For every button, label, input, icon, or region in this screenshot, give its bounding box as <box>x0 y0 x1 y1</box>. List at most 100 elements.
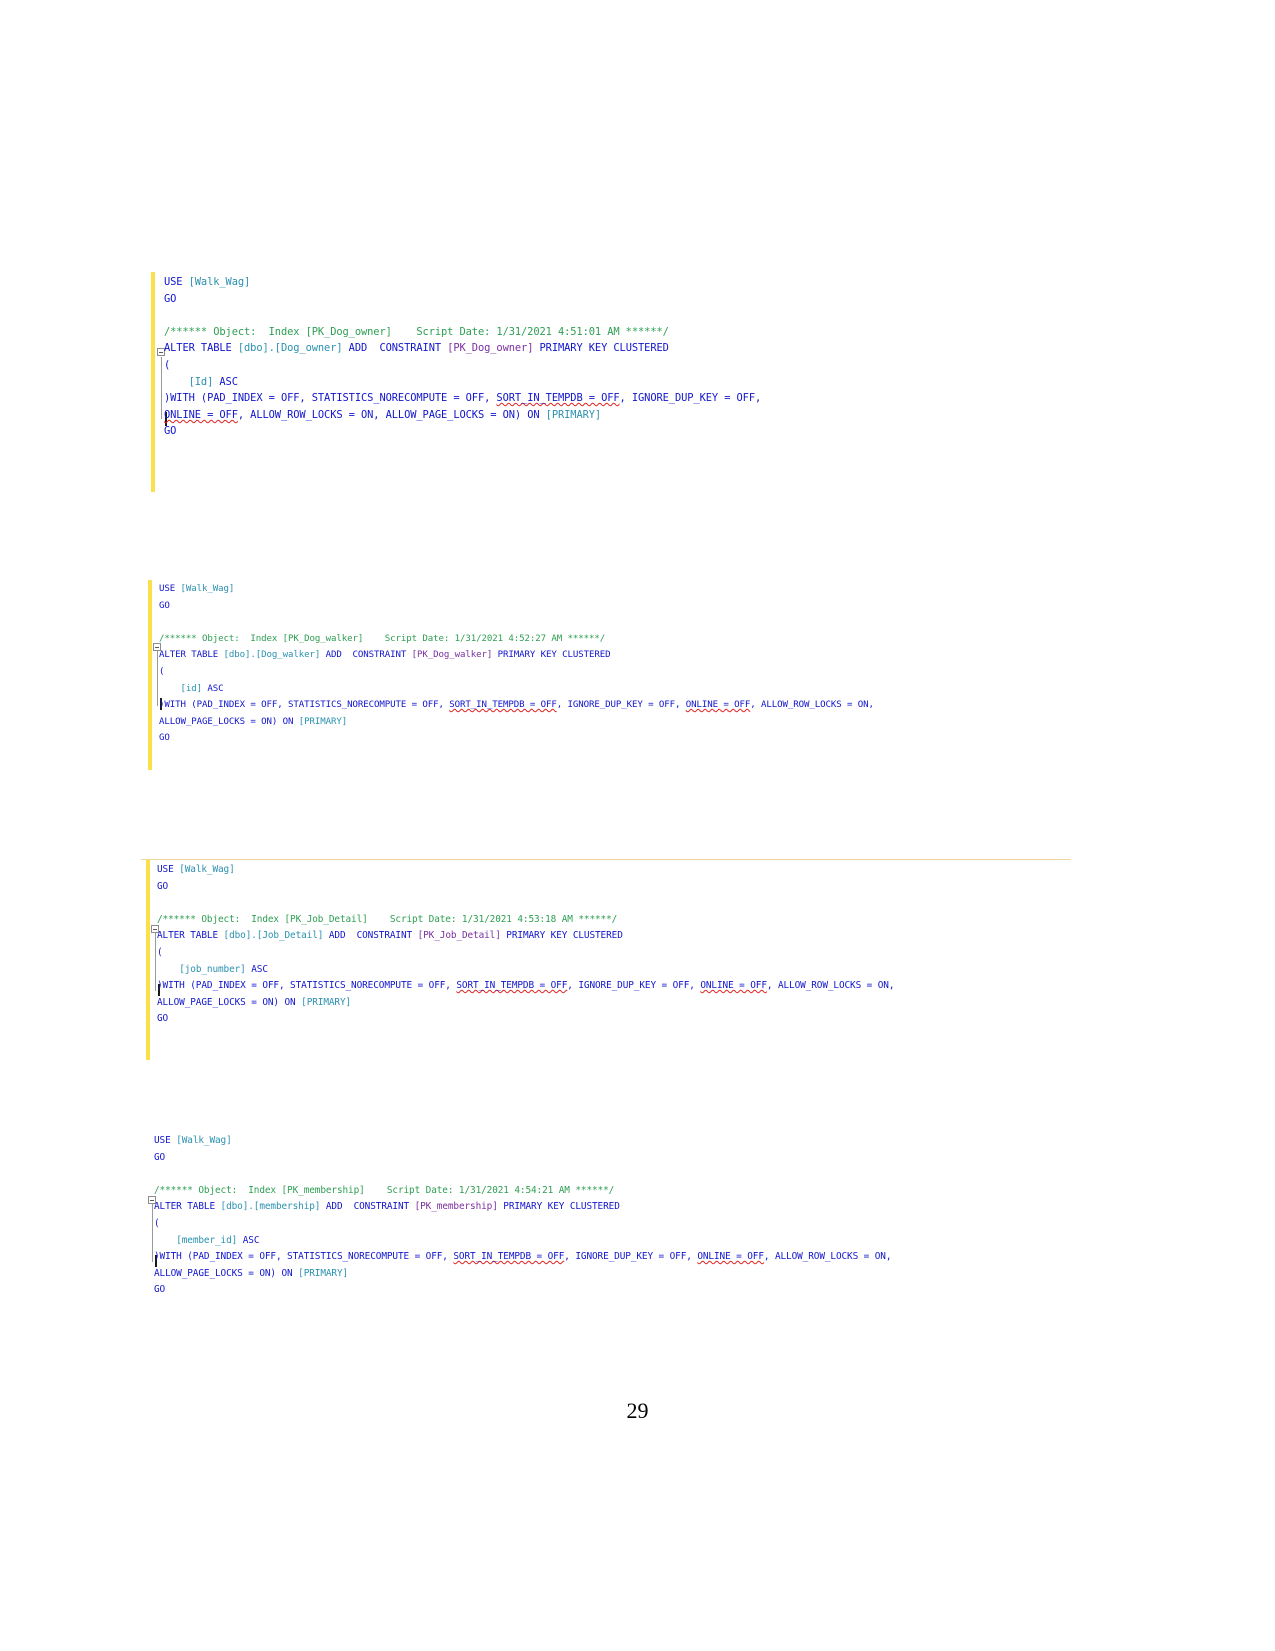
code-token: /****** Object: Index [PK_membership] Sc… <box>154 1184 615 1196</box>
code-token: USE <box>154 1135 177 1146</box>
code-token: USE <box>164 276 189 288</box>
code-line[interactable]: /****** Object: Index [PK_Dog_walker] Sc… <box>159 632 874 649</box>
code-token: ALLOW_PAGE_LOCKS = ON) ON <box>159 716 299 727</box>
code-line[interactable] <box>154 1166 891 1183</box>
code-line[interactable]: GO <box>154 1282 891 1299</box>
code-line[interactable]: /****** Object: Index [PK_Job_Detail] Sc… <box>157 912 894 929</box>
code-line[interactable]: ONLINE = OFF, ALLOW_ROW_LOCKS = ON, ALLO… <box>164 407 761 424</box>
code-line[interactable]: GO <box>157 1011 894 1028</box>
code-line[interactable]: ALLOW_PAGE_LOCKS = ON) ON [PRIMARY] <box>154 1266 891 1283</box>
code-line[interactable]: /****** Object: Index [PK_membership] Sc… <box>154 1183 891 1200</box>
code-token: , IGNORE_DUP_KEY = OFF, <box>564 1251 698 1263</box>
code-line[interactable]: ALTER TABLE [dbo].[Dog_owner] ADD CONSTR… <box>164 340 761 357</box>
code-token: [dbo].[membership] <box>220 1201 321 1213</box>
code-line[interactable] <box>164 307 761 324</box>
code-token: , IGNORE_DUP_KEY = OFF, <box>567 980 701 992</box>
code-line[interactable]: ALTER TABLE [dbo].[Dog_walker] ADD CONST… <box>159 648 874 665</box>
code-line[interactable]: GO <box>157 879 894 896</box>
code-token: [PK_membership] <box>414 1201 498 1213</box>
code-token: , ALLOW_ROW_LOCKS = ON, ALLOW_PAGE_LOCKS… <box>237 408 546 421</box>
code-line[interactable]: GO <box>159 599 874 616</box>
code-lines[interactable]: USE [Walk_Wag] GO /****** Object: Index [… <box>159 582 874 748</box>
code-token: ASC <box>237 1234 260 1246</box>
code-token: ASC <box>202 683 224 694</box>
code-line[interactable]: USE [Walk_Wag] <box>157 862 894 879</box>
code-token: ( <box>159 666 165 677</box>
code-line[interactable]: USE [Walk_Wag] <box>164 274 761 291</box>
code-line[interactable]: )WITH (PAD_INDEX = OFF, STATISTICS_NOREC… <box>159 698 874 715</box>
page-number: 29 <box>626 1398 649 1423</box>
code-token: [PK_Dog_walker] <box>411 650 493 661</box>
code-token: [PRIMARY] <box>298 1267 349 1279</box>
code-line[interactable]: )WITH (PAD_INDEX = OFF, STATISTICS_NOREC… <box>154 1249 892 1266</box>
code-token: ( <box>154 1217 160 1229</box>
code-line[interactable] <box>159 615 874 632</box>
code-line[interactable]: GO <box>164 423 761 440</box>
code-token: [dbo].[Job_Detail] <box>223 930 324 942</box>
code-line[interactable]: )WITH (PAD_INDEX = OFF, STATISTICS_NOREC… <box>157 978 895 995</box>
code-token: USE <box>159 584 181 594</box>
code-token: GO <box>159 600 170 611</box>
code-line[interactable]: ALLOW_PAGE_LOCKS = ON) ON [PRIMARY] <box>159 715 874 732</box>
code-token: [job_number] <box>179 963 246 975</box>
code-token: SORT_IN_TEMPDB = OFF <box>456 980 568 992</box>
code-token: GO <box>154 1151 166 1163</box>
code-token: [Walk_Wag] <box>179 864 235 875</box>
code-token: USE <box>157 864 180 875</box>
code-screenshot-dog-owner: USE [Walk_Wag] GO /****** Object: Index [… <box>146 272 916 492</box>
code-token: /****** Object: Index [PK_Dog_walker] Sc… <box>159 633 606 644</box>
code-token: ONLINE = OFF <box>697 1251 764 1263</box>
code-lines[interactable]: USE [Walk_Wag] GO /****** Object: Index [… <box>157 862 895 1028</box>
code-token: ALTER TABLE <box>154 1201 221 1213</box>
code-token: ( <box>164 358 171 371</box>
code-token: PRIMARY KEY CLUSTERED <box>492 650 611 661</box>
code-line[interactable]: ( <box>154 1216 891 1233</box>
code-line[interactable]: ( <box>164 357 761 374</box>
code-token: , IGNORE_DUP_KEY = OFF, <box>556 700 686 711</box>
code-token: SORT_IN_TEMPDB = OFF <box>449 700 557 711</box>
code-token: GO <box>157 1013 169 1025</box>
code-line[interactable]: [member_id] ASC <box>154 1233 891 1250</box>
code-token: /****** Object: Index [PK_Job_Detail] Sc… <box>157 913 618 925</box>
code-lines[interactable]: USE [Walk_Wag] GO /****** Object: Index [… <box>154 1133 892 1299</box>
code-token: [PRIMARY] <box>545 408 602 421</box>
collapse-region-line <box>160 357 162 419</box>
code-screenshot-job-detail: USE [Walk_Wag] GO /****** Object: Index [… <box>141 859 1071 1060</box>
code-line[interactable]: GO <box>164 291 761 308</box>
code-line[interactable]: USE [Walk_Wag] <box>154 1133 891 1150</box>
code-line[interactable]: USE [Walk_Wag] <box>159 582 874 599</box>
code-line[interactable]: GO <box>159 731 874 748</box>
code-token: ALTER TABLE <box>164 342 238 355</box>
code-line[interactable]: ALLOW_PAGE_LOCKS = ON) ON [PRIMARY] <box>157 995 894 1012</box>
code-line[interactable]: ( <box>157 945 894 962</box>
code-token: [PK_Job_Detail] <box>417 930 501 942</box>
code-token: , ALLOW_ROW_LOCKS = ON, <box>766 980 895 992</box>
code-line[interactable]: ALTER TABLE [dbo].[Job_Detail] ADD CONST… <box>157 928 894 945</box>
code-token: SORT_IN_TEMPDB = OFF <box>496 392 620 405</box>
code-token: )WITH (PAD_INDEX = OFF, STATISTICS_NOREC… <box>157 980 457 992</box>
code-lines[interactable]: USE [Walk_Wag] GO /****** Object: Index [… <box>164 274 761 440</box>
code-line[interactable]: [id] ASC <box>159 682 874 699</box>
code-line[interactable]: )WITH (PAD_INDEX = OFF, STATISTICS_NOREC… <box>164 390 761 407</box>
code-token: ADD CONSTRAINT <box>320 1201 415 1213</box>
code-token: ADD CONSTRAINT <box>323 930 418 942</box>
code-line[interactable]: ALTER TABLE [dbo].[membership] ADD CONST… <box>154 1199 891 1216</box>
code-line[interactable]: ( <box>159 665 874 682</box>
code-token: GO <box>159 733 170 744</box>
code-token: PRIMARY KEY CLUSTERED <box>497 1201 620 1213</box>
change-bar <box>151 272 155 492</box>
code-line[interactable]: [job_number] ASC <box>157 962 894 979</box>
code-token: SORT_IN_TEMPDB = OFF <box>453 1251 565 1263</box>
code-token: [Walk_Wag] <box>188 276 251 288</box>
code-token: )WITH (PAD_INDEX = OFF, STATISTICS_NOREC… <box>154 1251 454 1263</box>
code-line[interactable]: /****** Object: Index [PK_Dog_owner] Scr… <box>164 324 761 341</box>
code-token: ADD CONSTRAINT <box>320 650 412 661</box>
code-line[interactable] <box>157 895 894 912</box>
code-line[interactable]: GO <box>154 1150 891 1167</box>
code-line[interactable]: [Id] ASC <box>164 374 761 391</box>
code-token: [PRIMARY] <box>301 996 352 1008</box>
